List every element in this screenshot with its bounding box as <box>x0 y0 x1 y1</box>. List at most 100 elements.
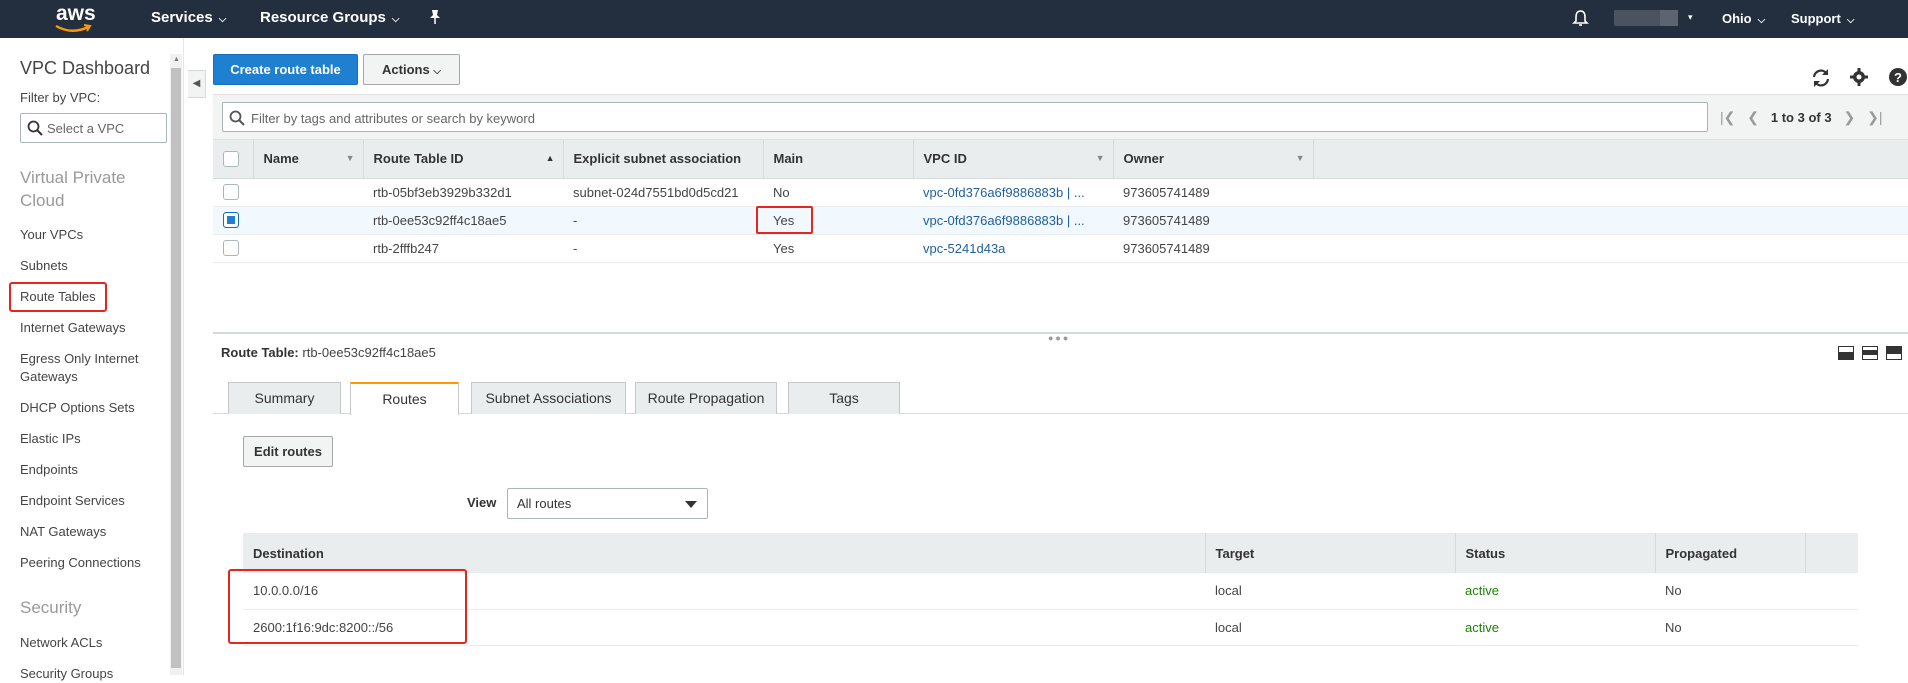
vpc-filter-select[interactable]: Select a VPC <box>20 113 167 143</box>
cell-status: active <box>1455 573 1655 610</box>
sidebar-item-nat-gateways[interactable]: NAT Gateways <box>20 523 106 541</box>
column-header-explicit-subnet-association[interactable]: Explicit subnet association <box>563 140 764 179</box>
table-row[interactable]: rtb-05bf3eb3929b332d1 subnet-024d7551bd0… <box>213 178 1908 207</box>
layout-top-pane-icon[interactable] <box>1886 346 1902 360</box>
sidebar-item-subnets[interactable]: Subnets <box>20 257 68 275</box>
sidebar-scrollbar-thumb[interactable] <box>171 68 181 668</box>
aws-smile-icon <box>55 24 92 32</box>
aws-logo[interactable]: aws <box>52 2 102 36</box>
view-routes-select[interactable]: All routes <box>507 488 708 519</box>
select-all-checkbox[interactable] <box>223 151 239 168</box>
region-label: Ohio <box>1722 11 1752 26</box>
bell-icon[interactable] <box>1572 9 1589 30</box>
help-icon[interactable]: ? <box>1888 67 1908 87</box>
column-header-main[interactable]: Main <box>763 140 914 179</box>
table-row-selected[interactable]: rtb-0ee53c92ff4c18ae5 - Yes vpc-0fd376a6… <box>213 206 1908 235</box>
support-menu[interactable]: Support ⌵ <box>1791 11 1854 26</box>
sidebar-item-peering-connections[interactable]: Peering Connections <box>20 554 141 572</box>
resource-groups-label: Resource Groups <box>260 9 386 26</box>
cell-vpc-id-link[interactable]: vpc-5241d43a <box>913 234 1113 263</box>
column-header-status: Status <box>1455 533 1656 573</box>
sort-icon: ▼ <box>1295 153 1305 163</box>
sidebar-item-dhcp-options-sets[interactable]: DHCP Options Sets <box>20 399 135 417</box>
search-icon <box>27 120 43 136</box>
sidebar-item-your-vpcs[interactable]: Your VPCs <box>20 226 83 244</box>
first-page-icon[interactable]: |❮ <box>1720 109 1735 125</box>
cell-owner: 973605741489 <box>1113 234 1313 263</box>
gear-icon[interactable] <box>1849 67 1869 87</box>
resource-groups-menu[interactable]: Resource Groups ⌵ <box>260 9 399 26</box>
column-label-vpc-id: VPC ID <box>923 151 967 167</box>
row-checkbox-cell <box>213 206 253 235</box>
cell-subnet-association: - <box>563 234 763 263</box>
column-header-name[interactable]: Name ▼ <box>253 140 364 179</box>
column-header-destination: Destination <box>243 533 1206 573</box>
main-yes-highlight <box>756 206 813 234</box>
sidebar-item-network-acls[interactable]: Network ACLs <box>20 634 102 652</box>
cell-name <box>253 234 363 263</box>
destinations-highlight <box>228 569 467 644</box>
sidebar-item-egress-only-internet-gateways[interactable]: Egress Only Internet Gateways <box>20 350 155 386</box>
sidebar-item-endpoint-services[interactable]: Endpoint Services <box>20 492 125 510</box>
edit-routes-button[interactable]: Edit routes <box>243 436 333 467</box>
column-header-route-table-id[interactable]: Route Table ID ▲ <box>363 140 564 179</box>
chevron-down-icon: ⌵ <box>1846 15 1855 26</box>
tab-summary[interactable]: Summary <box>228 382 341 414</box>
sidebar-item-internet-gateways[interactable]: Internet Gateways <box>20 319 126 337</box>
tab-route-propagation[interactable]: Route Propagation <box>635 382 777 414</box>
cell-owner: 973605741489 <box>1113 206 1313 235</box>
row-checkbox[interactable] <box>223 184 239 201</box>
cell-vpc-id-link[interactable]: vpc-0fd376a6f9886883b | ... <box>913 206 1113 235</box>
column-label-main: Main <box>773 151 804 167</box>
cell-subnet-association: - <box>563 206 763 235</box>
row-checkbox[interactable] <box>223 240 239 257</box>
select-all-header <box>213 140 254 179</box>
column-header-propagated: Propagated <box>1655 533 1806 573</box>
layout-bottom-pane-icon[interactable] <box>1838 346 1854 360</box>
column-header-owner[interactable]: Owner ▼ <box>1113 140 1314 179</box>
column-header-vpc-id[interactable]: VPC ID ▼ <box>913 140 1114 179</box>
cell-subnet-association: subnet-024d7551bd0d5cd21 <box>563 178 763 207</box>
sidebar-title[interactable]: VPC Dashboard <box>20 58 150 79</box>
pin-icon[interactable] <box>428 9 442 29</box>
support-label: Support <box>1791 11 1841 26</box>
tab-subnet-associations[interactable]: Subnet Associations <box>471 382 626 414</box>
sort-icon: ▼ <box>1095 153 1105 163</box>
sidebar-item-security-groups[interactable]: Security Groups <box>20 665 113 683</box>
cell-vpc-id-link[interactable]: vpc-0fd376a6f9886883b | ... <box>913 178 1113 207</box>
filter-bar: Filter by tags and attributes or search … <box>213 94 1908 140</box>
vpc-filter-placeholder: Select a VPC <box>47 121 125 136</box>
aws-logo-text: aws <box>56 2 96 25</box>
next-page-icon[interactable]: ❯ <box>1843 109 1855 125</box>
scroll-up-arrow-icon[interactable]: ▲ <box>173 56 180 63</box>
last-page-icon[interactable]: ❯| <box>1867 109 1882 125</box>
tab-tags[interactable]: Tags <box>788 382 900 414</box>
row-checkbox-checked[interactable] <box>223 212 239 229</box>
services-menu[interactable]: Services ⌵ <box>151 9 226 26</box>
table-filter-input[interactable]: Filter by tags and attributes or search … <box>222 102 1708 132</box>
layout-split-pane-icon[interactable] <box>1862 346 1878 360</box>
splitter-grip-icon[interactable]: ●●● <box>1048 333 1070 343</box>
create-route-table-button[interactable]: Create route table <box>213 54 358 85</box>
tab-routes[interactable]: Routes <box>350 382 459 415</box>
sidebar-item-endpoints[interactable]: Endpoints <box>20 461 78 479</box>
sidebar-item-elastic-ips[interactable]: Elastic IPs <box>20 430 81 448</box>
routes-table: Destination Target Status Propagated 10.… <box>243 533 1858 646</box>
region-menu[interactable]: Ohio ⌵ <box>1722 11 1765 26</box>
actions-button[interactable]: Actions ⌵ <box>363 54 460 85</box>
routes-header-row: Destination Target Status Propagated <box>243 533 1858 573</box>
route-row: 10.0.0.0/16 local active No <box>243 573 1858 610</box>
cell-filler <box>1313 178 1908 207</box>
refresh-icon[interactable] <box>1810 67 1832 89</box>
cell-filler <box>1805 573 1858 610</box>
previous-page-icon[interactable]: ❮ <box>1747 109 1759 125</box>
table-row[interactable]: rtb-2fffb247 - Yes vpc-5241d43a 97360574… <box>213 234 1908 263</box>
svg-text:?: ? <box>1894 70 1902 85</box>
section-virtual-private-cloud: Virtual Private Cloud <box>20 168 126 210</box>
column-header-filler <box>1313 140 1908 179</box>
collapse-sidebar-button[interactable]: ◀ <box>188 70 206 98</box>
detail-title-value: rtb-0ee53c92ff4c18ae5 <box>302 345 436 360</box>
cell-propagated: No <box>1655 609 1805 646</box>
route-tables-highlight <box>9 282 107 312</box>
sidebar-scrollbar[interactable]: ▲ <box>170 54 182 675</box>
